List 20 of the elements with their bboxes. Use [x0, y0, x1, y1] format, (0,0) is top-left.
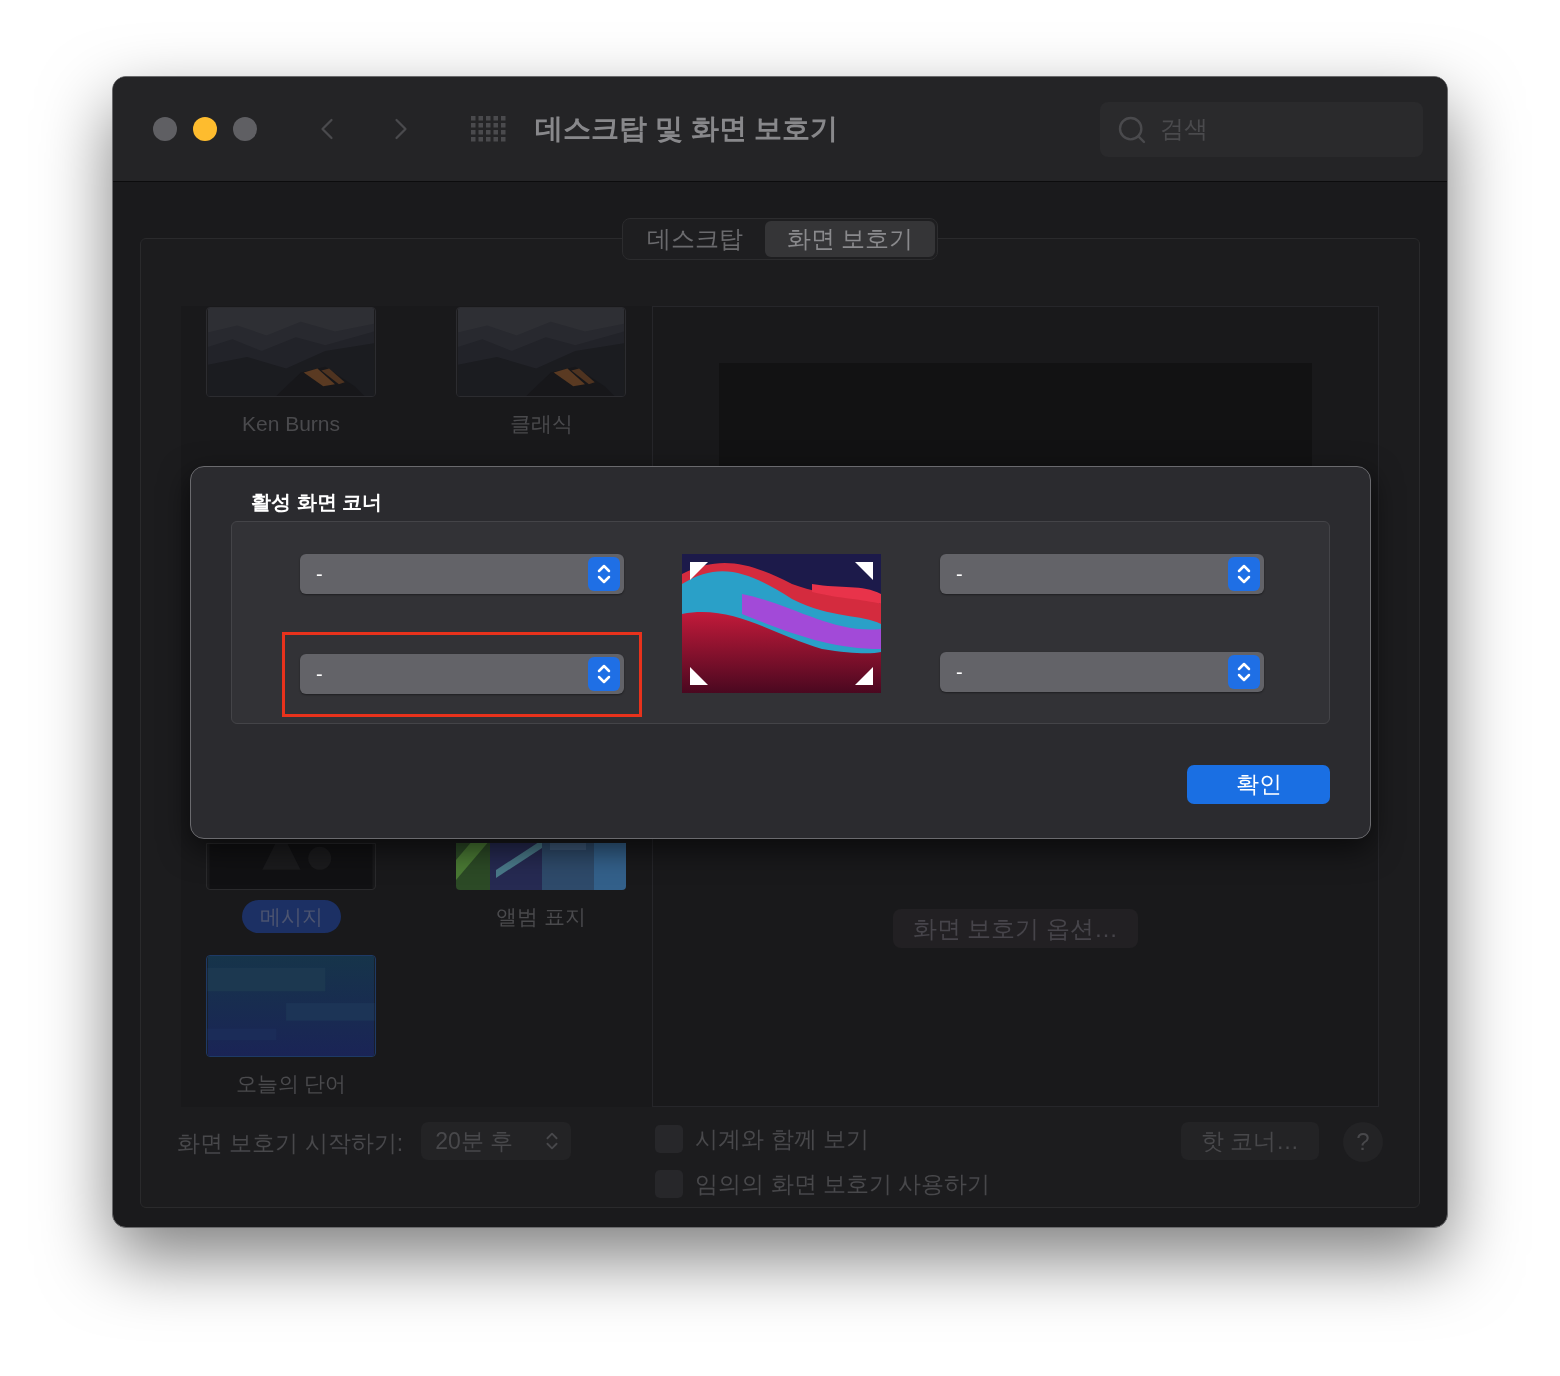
stepper-icon: [1228, 655, 1260, 689]
help-button[interactable]: ?: [1343, 1122, 1383, 1162]
stepper-icon: [588, 557, 620, 591]
tab[interactable]: 데스크탑: [624, 221, 765, 257]
corner-popup[interactable]: -: [300, 554, 624, 594]
stepper-icon: [1228, 557, 1260, 591]
corner-icon: [855, 667, 873, 685]
corner-icon: [690, 562, 708, 580]
window-control[interactable]: [193, 117, 217, 141]
corner-icon: [690, 667, 708, 685]
stepper-icon: [588, 657, 620, 691]
sheet-title: 활성 화면 코너: [251, 490, 384, 515]
tab[interactable]: 화면 보호기: [764, 221, 936, 257]
corner-popup[interactable]: -: [940, 652, 1264, 692]
confirm-button[interactable]: 확인: [1187, 765, 1330, 804]
grid-icon[interactable]: [471, 116, 507, 142]
corner-icon: [855, 562, 873, 580]
corner-popup[interactable]: -: [940, 554, 1264, 594]
corner-popup[interactable]: -: [300, 654, 624, 694]
window-title: 데스크탑 및 화면 보호기: [535, 112, 839, 146]
